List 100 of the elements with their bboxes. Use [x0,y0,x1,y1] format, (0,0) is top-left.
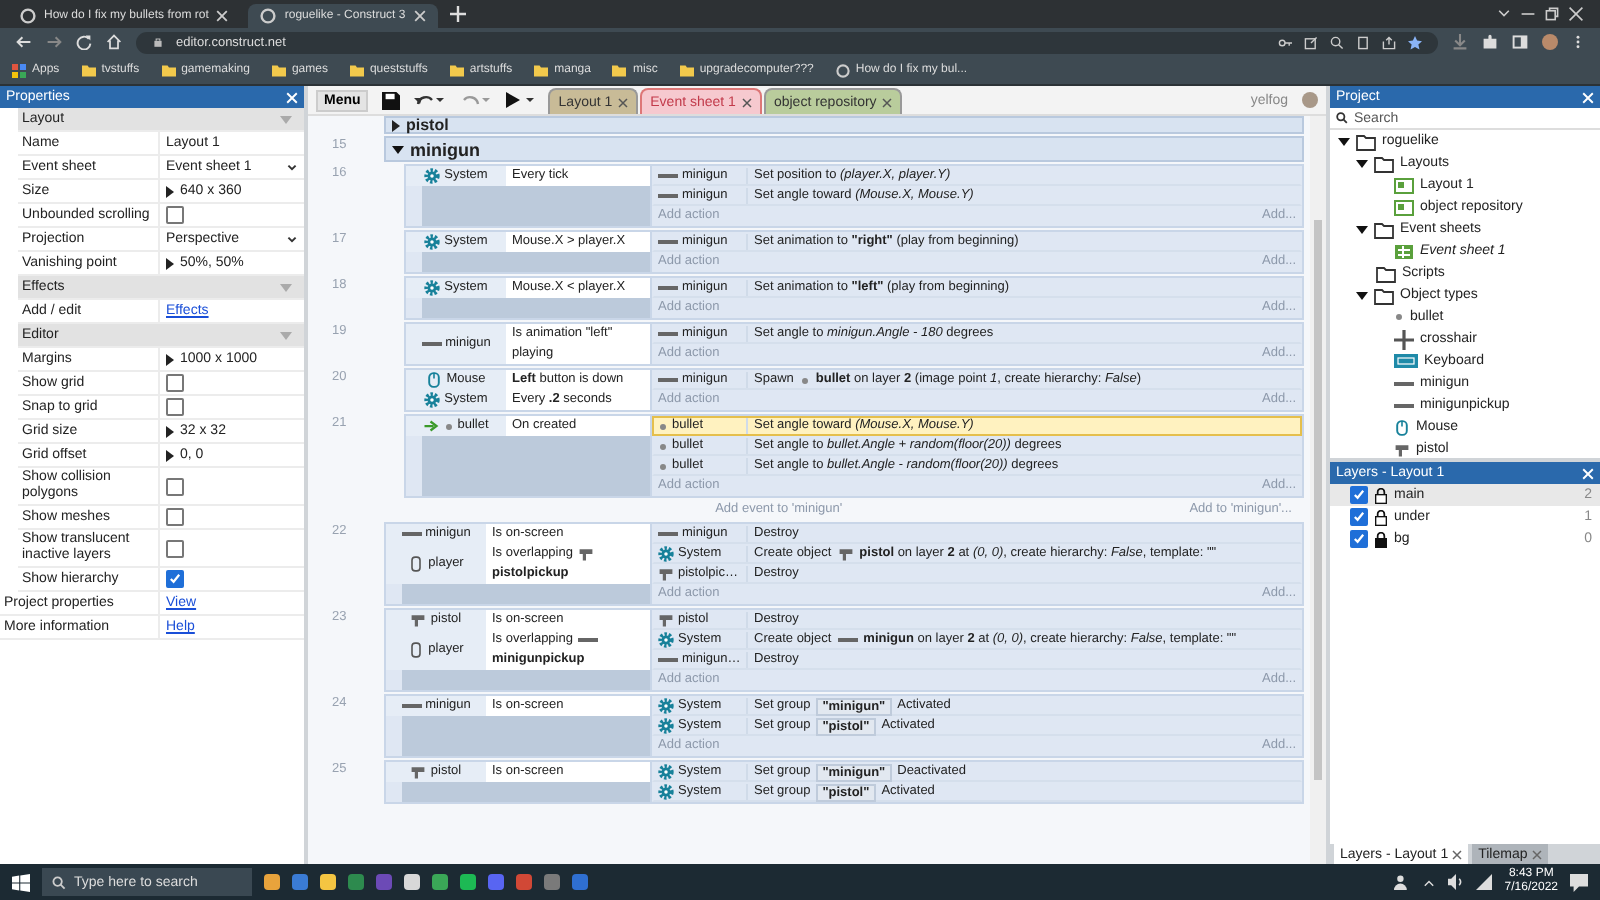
capsule-icon [408,556,425,572]
checkbox[interactable] [166,374,184,392]
folder-icon [449,63,464,77]
expand-icon[interactable] [1356,225,1368,233]
gear-icon [658,632,674,648]
dot-icon [658,441,668,451]
checkbox[interactable] [166,539,184,557]
folder-icon [349,63,364,77]
folder-icon [161,63,176,77]
puzzle-icon[interactable] [1482,34,1498,50]
back-icon[interactable] [16,34,32,50]
redo-icon[interactable] [460,92,493,108]
forward-icon[interactable] [46,34,62,50]
group-header[interactable]: minigun [384,136,1304,162]
new-tab-icon[interactable] [449,6,466,22]
document-icon[interactable] [1356,35,1370,49]
zoom-icon[interactable] [1330,35,1344,49]
play-icon[interactable] [506,92,535,108]
folder-icon [612,63,627,77]
checkbox[interactable] [166,206,184,224]
globe-icon [20,8,36,24]
gear-icon [424,234,441,250]
expand-icon[interactable] [1338,137,1350,145]
pistol-icon [410,612,427,628]
group-name: minigun [410,139,480,159]
pistol-icon [410,764,427,780]
close-icon[interactable] [1452,849,1463,859]
dot-icon [658,421,668,431]
key-icon[interactable] [1278,35,1292,49]
folder-icon [534,63,549,77]
pistol-icon [658,612,674,628]
scrollbar-thumb[interactable] [1314,220,1322,780]
search-icon [1336,112,1348,124]
keyboard-icon [1394,349,1418,373]
folder-icon [81,63,96,77]
search-icon [52,875,66,889]
external-icon[interactable] [1304,35,1318,49]
menu-icon[interactable] [1572,34,1584,50]
expand-icon[interactable] [166,353,174,365]
star-icon[interactable] [1408,35,1422,49]
save-icon[interactable] [382,91,401,109]
chevron-icon[interactable] [1496,6,1512,22]
dot-icon [1394,312,1404,322]
lock-icon[interactable] [1374,531,1388,547]
people-icon[interactable] [1394,874,1411,890]
expand-icon[interactable] [1356,159,1368,167]
notification-icon[interactable] [1570,873,1588,891]
layout-icon [1394,197,1414,217]
caret-icon[interactable] [286,233,298,245]
checkbox[interactable] [1350,486,1368,504]
avatar[interactable] [1542,34,1558,50]
pistol-icon [1394,441,1410,457]
gear-icon [424,392,441,408]
mouse-icon [426,372,443,388]
share-icon[interactable] [1382,35,1396,49]
folder-icon [679,63,694,77]
dot-icon [658,461,668,471]
close-icon[interactable] [882,97,893,107]
gear-icon [424,168,441,184]
checkbox[interactable] [166,570,184,588]
dot-icon [443,421,454,431]
layout-icon [1394,175,1414,195]
event-sheet-icon [1394,241,1414,261]
checkbox[interactable] [166,477,184,495]
download-icon[interactable] [1452,34,1468,50]
folder-icon [271,63,286,77]
apps-icon[interactable] [12,63,26,77]
expand-icon[interactable] [1356,291,1368,299]
expand-icon[interactable] [166,185,174,197]
group-name: pistol [406,116,449,135]
unlock-icon[interactable] [1374,509,1388,525]
expand-icon[interactable] [392,145,404,153]
close-icon[interactable] [618,97,629,107]
restore-icon[interactable] [1544,6,1560,22]
capsule-icon [408,642,425,658]
pistol-icon [837,546,854,562]
sidebar-icon[interactable] [1512,34,1528,50]
close-icon[interactable] [741,97,752,107]
mouse-icon [1394,419,1410,435]
globe-icon [260,8,277,24]
arrow-icon [423,420,440,432]
pistol-icon [578,546,595,562]
speaker-icon[interactable] [1448,874,1465,890]
folder-icon [1374,219,1394,239]
caret-icon[interactable] [286,161,298,173]
lock-icon [152,36,164,48]
reload-icon[interactable] [76,34,92,50]
pistol-icon [658,566,674,582]
checkbox[interactable] [166,508,184,526]
unlock-icon[interactable] [1374,487,1388,503]
group-header[interactable]: pistol [384,116,1304,134]
undo-icon[interactable] [414,92,447,108]
checkbox[interactable] [166,398,184,416]
home-icon[interactable] [106,34,122,50]
gear-icon [658,546,674,562]
gear-icon [424,280,441,296]
windows-icon[interactable] [12,873,30,891]
chevron-icon[interactable] [1422,875,1437,889]
checkbox[interactable] [1350,530,1368,548]
checkbox[interactable] [1350,508,1368,526]
